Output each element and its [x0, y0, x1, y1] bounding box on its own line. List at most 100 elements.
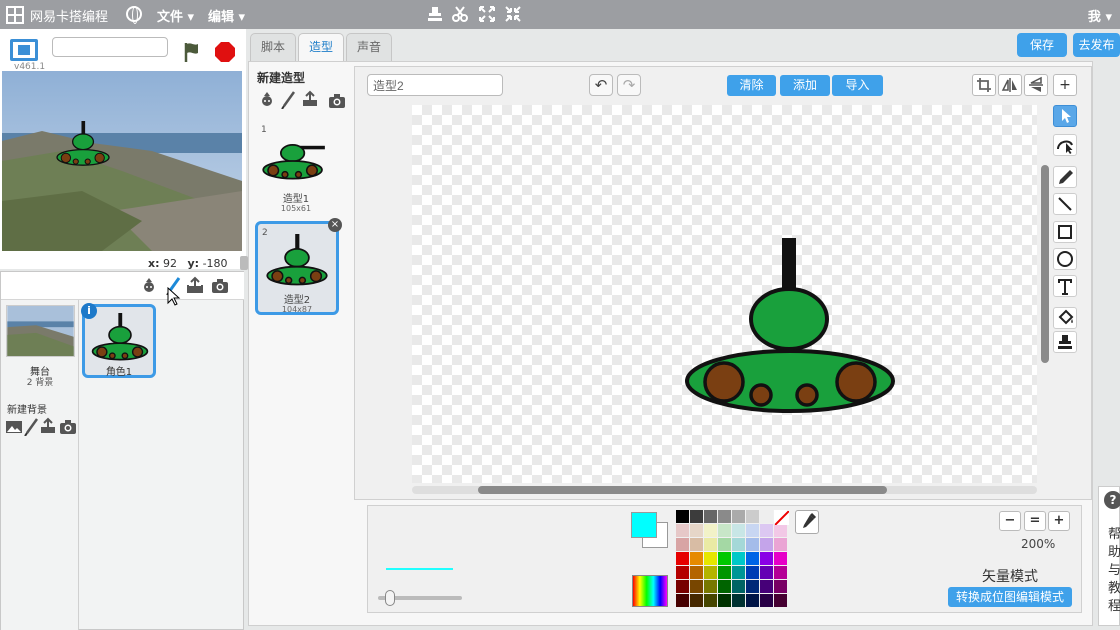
tab-costumes[interactable]: 造型 — [298, 33, 344, 62]
reshape-tool[interactable] — [1053, 134, 1077, 156]
color-swatch[interactable] — [760, 538, 773, 551]
publish-button[interactable]: 去发布 — [1073, 33, 1120, 57]
color-swatch[interactable] — [676, 566, 689, 579]
color-swatch[interactable] — [760, 594, 773, 607]
color-swatch[interactable] — [718, 524, 731, 537]
sprite-tile[interactable]: i 角色1 — [81, 303, 156, 378]
canvas-horizontal-scrollbar[interactable] — [478, 486, 887, 494]
tab-sounds[interactable]: 声音 — [346, 33, 392, 61]
paint-new-costume-icon[interactable] — [280, 91, 298, 109]
color-swatch[interactable] — [774, 524, 787, 537]
convert-to-bitmap-button[interactable]: 转换成位图编辑模式 — [948, 587, 1072, 607]
camera-costume-icon[interactable] — [328, 92, 346, 110]
grow-icon[interactable] — [478, 5, 496, 23]
color-swatch[interactable] — [676, 524, 689, 537]
pencil-tool[interactable] — [1053, 166, 1077, 188]
color-swatch[interactable] — [704, 580, 717, 593]
zoom-out-button[interactable]: − — [999, 511, 1021, 531]
costume-tile[interactable]: 1 造型1 105x61 — [257, 121, 341, 215]
color-swatch[interactable] — [690, 552, 703, 565]
set-costume-center-icon[interactable]: + — [1053, 74, 1077, 96]
color-swatch[interactable] — [760, 580, 773, 593]
color-swatch[interactable] — [676, 538, 689, 551]
import-button[interactable]: 导入 — [832, 75, 883, 96]
color-swatch[interactable] — [690, 524, 703, 537]
shrink-icon[interactable] — [504, 5, 522, 23]
color-swatch[interactable] — [704, 594, 717, 607]
edit-menu[interactable]: 编辑 ▾ — [208, 6, 245, 25]
file-menu[interactable]: 文件 ▾ — [157, 6, 194, 25]
color-swatch[interactable] — [676, 510, 689, 523]
color-swatch[interactable] — [718, 580, 731, 593]
color-swatch[interactable] — [704, 524, 717, 537]
language-globe-icon[interactable] — [126, 6, 142, 24]
upload-sprite-icon[interactable] — [186, 276, 204, 294]
line-tool[interactable] — [1053, 193, 1077, 215]
upload-costume-icon[interactable] — [301, 90, 319, 108]
color-swatch[interactable] — [718, 552, 731, 565]
color-swatch[interactable] — [704, 538, 717, 551]
stage-thumbnail[interactable] — [6, 305, 75, 357]
stage-collapse-handle[interactable] — [240, 256, 248, 270]
color-swatch[interactable] — [732, 524, 745, 537]
help-icon[interactable]: ? — [1104, 491, 1120, 509]
choose-sprite-from-library-icon[interactable] — [140, 277, 158, 295]
text-tool[interactable] — [1053, 275, 1077, 297]
stop-button[interactable] — [215, 42, 235, 62]
color-swatch[interactable] — [746, 580, 759, 593]
color-swatch[interactable] — [676, 580, 689, 593]
stage-canvas[interactable] — [2, 71, 242, 251]
color-swatch[interactable] — [690, 594, 703, 607]
color-swatch[interactable] — [704, 552, 717, 565]
color-swatch[interactable] — [746, 552, 759, 565]
canvas-vertical-scrollbar[interactable] — [1041, 165, 1049, 363]
tab-scripts[interactable]: 脚本 — [250, 33, 296, 61]
costume-name-input[interactable] — [367, 74, 503, 96]
color-swatch[interactable] — [690, 538, 703, 551]
color-picker-spectrum-icon[interactable] — [632, 575, 668, 607]
color-swatch[interactable] — [732, 580, 745, 593]
eyedropper-icon[interactable] — [795, 510, 819, 534]
transparent-color-icon[interactable] — [775, 511, 789, 525]
camera-sprite-icon[interactable] — [211, 277, 229, 295]
zoom-reset-button[interactable]: = — [1024, 511, 1046, 531]
costume-tile-selected[interactable]: 2 × 造型2 104x87 — [255, 218, 342, 315]
flip-horizontal-icon[interactable] — [998, 74, 1022, 96]
color-swatch[interactable] — [704, 566, 717, 579]
camera-backdrop-icon[interactable] — [59, 418, 77, 436]
color-swatch[interactable] — [760, 566, 773, 579]
flip-vertical-icon[interactable] — [1024, 74, 1048, 96]
help-tutorial-label[interactable]: 帮助与教程 — [1108, 526, 1120, 616]
color-swatch[interactable] — [676, 552, 689, 565]
backdrop-library-icon[interactable] — [5, 418, 23, 436]
color-swatch[interactable] — [704, 510, 717, 523]
costume-library-icon[interactable] — [258, 91, 276, 109]
color-swatch[interactable] — [774, 552, 787, 565]
color-swatch[interactable] — [732, 594, 745, 607]
color-swatch[interactable] — [746, 594, 759, 607]
delete-costume-icon[interactable]: × — [328, 218, 342, 232]
add-button[interactable]: 添加 — [780, 75, 830, 96]
rectangle-tool[interactable] — [1053, 221, 1077, 243]
color-swatch[interactable] — [732, 566, 745, 579]
color-swatch[interactable] — [746, 566, 759, 579]
duplicate-stamp-icon[interactable] — [426, 5, 444, 23]
primary-color-swatch[interactable] — [631, 512, 657, 538]
color-swatch[interactable] — [732, 538, 745, 551]
delete-scissors-icon[interactable] — [451, 5, 469, 23]
fullscreen-button[interactable] — [10, 39, 38, 61]
paint-canvas[interactable] — [412, 105, 1037, 483]
color-swatch[interactable] — [760, 510, 773, 523]
color-swatch[interactable] — [746, 538, 759, 551]
color-swatch[interactable] — [774, 594, 787, 607]
color-swatch[interactable] — [690, 510, 703, 523]
fill-bucket-tool[interactable] — [1053, 307, 1077, 329]
color-swatch[interactable] — [774, 580, 787, 593]
color-swatch[interactable] — [718, 566, 731, 579]
color-swatch[interactable] — [718, 538, 731, 551]
color-swatch[interactable] — [774, 566, 787, 579]
zoom-in-button[interactable]: + — [1048, 511, 1070, 531]
color-swatch[interactable] — [718, 594, 731, 607]
upload-backdrop-icon[interactable] — [39, 417, 57, 435]
color-swatch[interactable] — [676, 594, 689, 607]
